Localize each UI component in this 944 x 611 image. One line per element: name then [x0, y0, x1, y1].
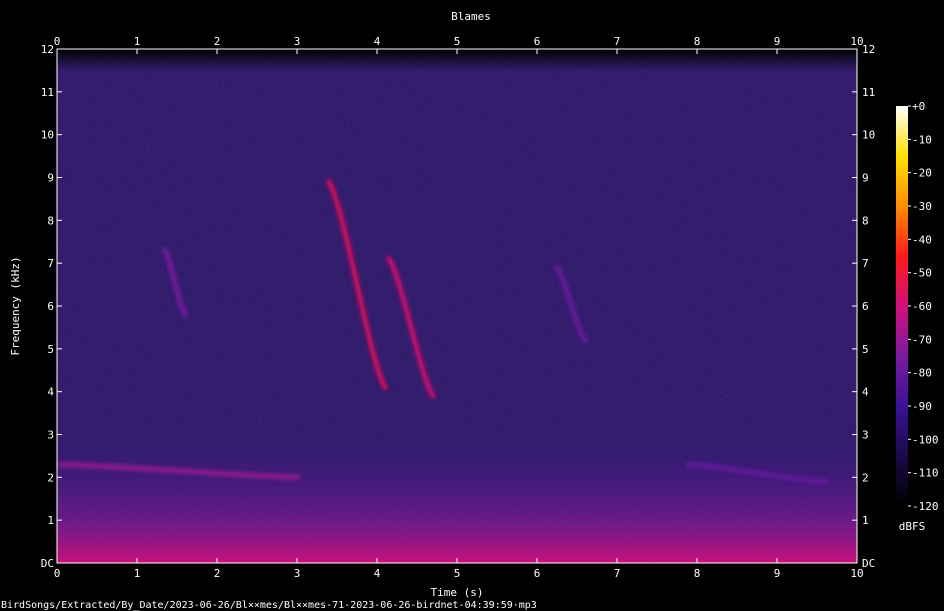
x-tick-label-top: 5 [454, 35, 461, 48]
y-tick-label-left: 7 [47, 257, 54, 270]
y-tick-label-left: 1 [47, 514, 54, 527]
colorbar-tick-label: -110 [912, 467, 939, 480]
y-tick-label-left: DC [41, 557, 54, 570]
file-path-footer: BirdSongs/Extracted/By_Date/2023-06-26/B… [1, 600, 537, 611]
x-tick-label-bottom: 9 [774, 567, 781, 580]
x-tick-label-bottom: 3 [294, 567, 301, 580]
colorbar-label: dBFS [899, 520, 926, 533]
x-tick-label-top: 8 [694, 35, 701, 48]
x-tick-label-bottom: 2 [214, 567, 221, 580]
colorbar-tick-label: -120 [912, 500, 939, 513]
y-tick-label-right: DC [862, 557, 875, 570]
x-tick-label-bottom: 5 [454, 567, 461, 580]
y-tick-label-left: 2 [47, 471, 54, 484]
x-tick-label-bottom: 7 [614, 567, 621, 580]
y-tick-label-left: 4 [47, 386, 54, 399]
spectrogram-figure: Blames 0 1 2 3 4 5 6 7 8 9 10 0 1 2 3 4 5 6 7 8 9 10 DC12345… [1, 10, 939, 611]
x-tick-label-top: 6 [534, 35, 541, 48]
y-tick-label-left: 10 [41, 129, 54, 142]
colorbar-ticks: +0 -10 -20 -30 -40 -50 -60 -70 -80 -90 -100 -110 -12… [908, 100, 939, 513]
colorbar-tick-label: -60 [912, 300, 932, 313]
colorbar-tick-label: +0 [912, 100, 925, 113]
x-tick-label-bottom: 1 [134, 567, 141, 580]
x-tick-label-top: 9 [774, 35, 781, 48]
colorbar-tick-label: -10 [912, 133, 932, 146]
x-tick-label-bottom: 4 [374, 567, 381, 580]
x-tick-label-bottom: 6 [534, 567, 541, 580]
colorbar-tick-label: -30 [912, 200, 932, 213]
y-tick-label-left: 9 [47, 172, 54, 185]
y-tick-label-left: 6 [47, 300, 54, 313]
y-tick-label-right: 10 [862, 129, 875, 142]
colorbar-tick-label: -70 [912, 333, 932, 346]
colorbar-gradient [896, 106, 908, 506]
colorbar-tick-label: -90 [912, 400, 932, 413]
y-tick-label-left: 8 [47, 214, 54, 227]
y-tick-label-right: 2 [862, 471, 869, 484]
colorbar-tick-label: -100 [912, 433, 939, 446]
x-tick-label-top: 7 [614, 35, 621, 48]
y-tick-label-right: 7 [862, 257, 869, 270]
y-tick-label-right: 3 [862, 429, 869, 442]
y-tick-label-left: 5 [47, 343, 54, 356]
x-tick-label-top: 2 [214, 35, 221, 48]
x-tick-label-bottom: 8 [694, 567, 701, 580]
low-frequency-noise-band [57, 435, 857, 563]
y-tick-label-right: 4 [862, 386, 869, 399]
colorbar-tick-label: -20 [912, 167, 932, 180]
y-tick-label-left: 12 [41, 43, 54, 56]
colorbar-tick-label: -40 [912, 233, 932, 246]
y-tick-label-right: 11 [862, 86, 875, 99]
plot-area [56, 48, 858, 564]
y-tick-label-left: 11 [41, 86, 54, 99]
y-tick-label-left: 3 [47, 429, 54, 442]
colorbar-tick-label: -50 [912, 267, 932, 280]
y-tick-label-right: 8 [862, 214, 869, 227]
chart-title: Blames [451, 10, 491, 23]
y-tick-label-right: 5 [862, 343, 869, 356]
y-tick-label-right: 1 [862, 514, 869, 527]
y-tick-label-right: 12 [862, 43, 875, 56]
x-tick-label-top: 1 [134, 35, 141, 48]
x-tick-label-top: 0 [54, 35, 61, 48]
x-tick-label-bottom: 0 [54, 567, 61, 580]
x-tick-label-top: 4 [374, 35, 381, 48]
y-tick-label-right: 9 [862, 172, 869, 185]
x-axis-label: Time (s) [431, 586, 484, 599]
colorbar: +0 -10 -20 -30 -40 -50 -60 -70 -80 -90 -100 -110 -12… [896, 100, 939, 533]
colorbar-tick-label: -80 [912, 367, 932, 380]
y-tick-label-right: 6 [862, 300, 869, 313]
x-tick-label-top: 3 [294, 35, 301, 48]
y-axis-label: Frequency (kHz) [9, 256, 22, 355]
